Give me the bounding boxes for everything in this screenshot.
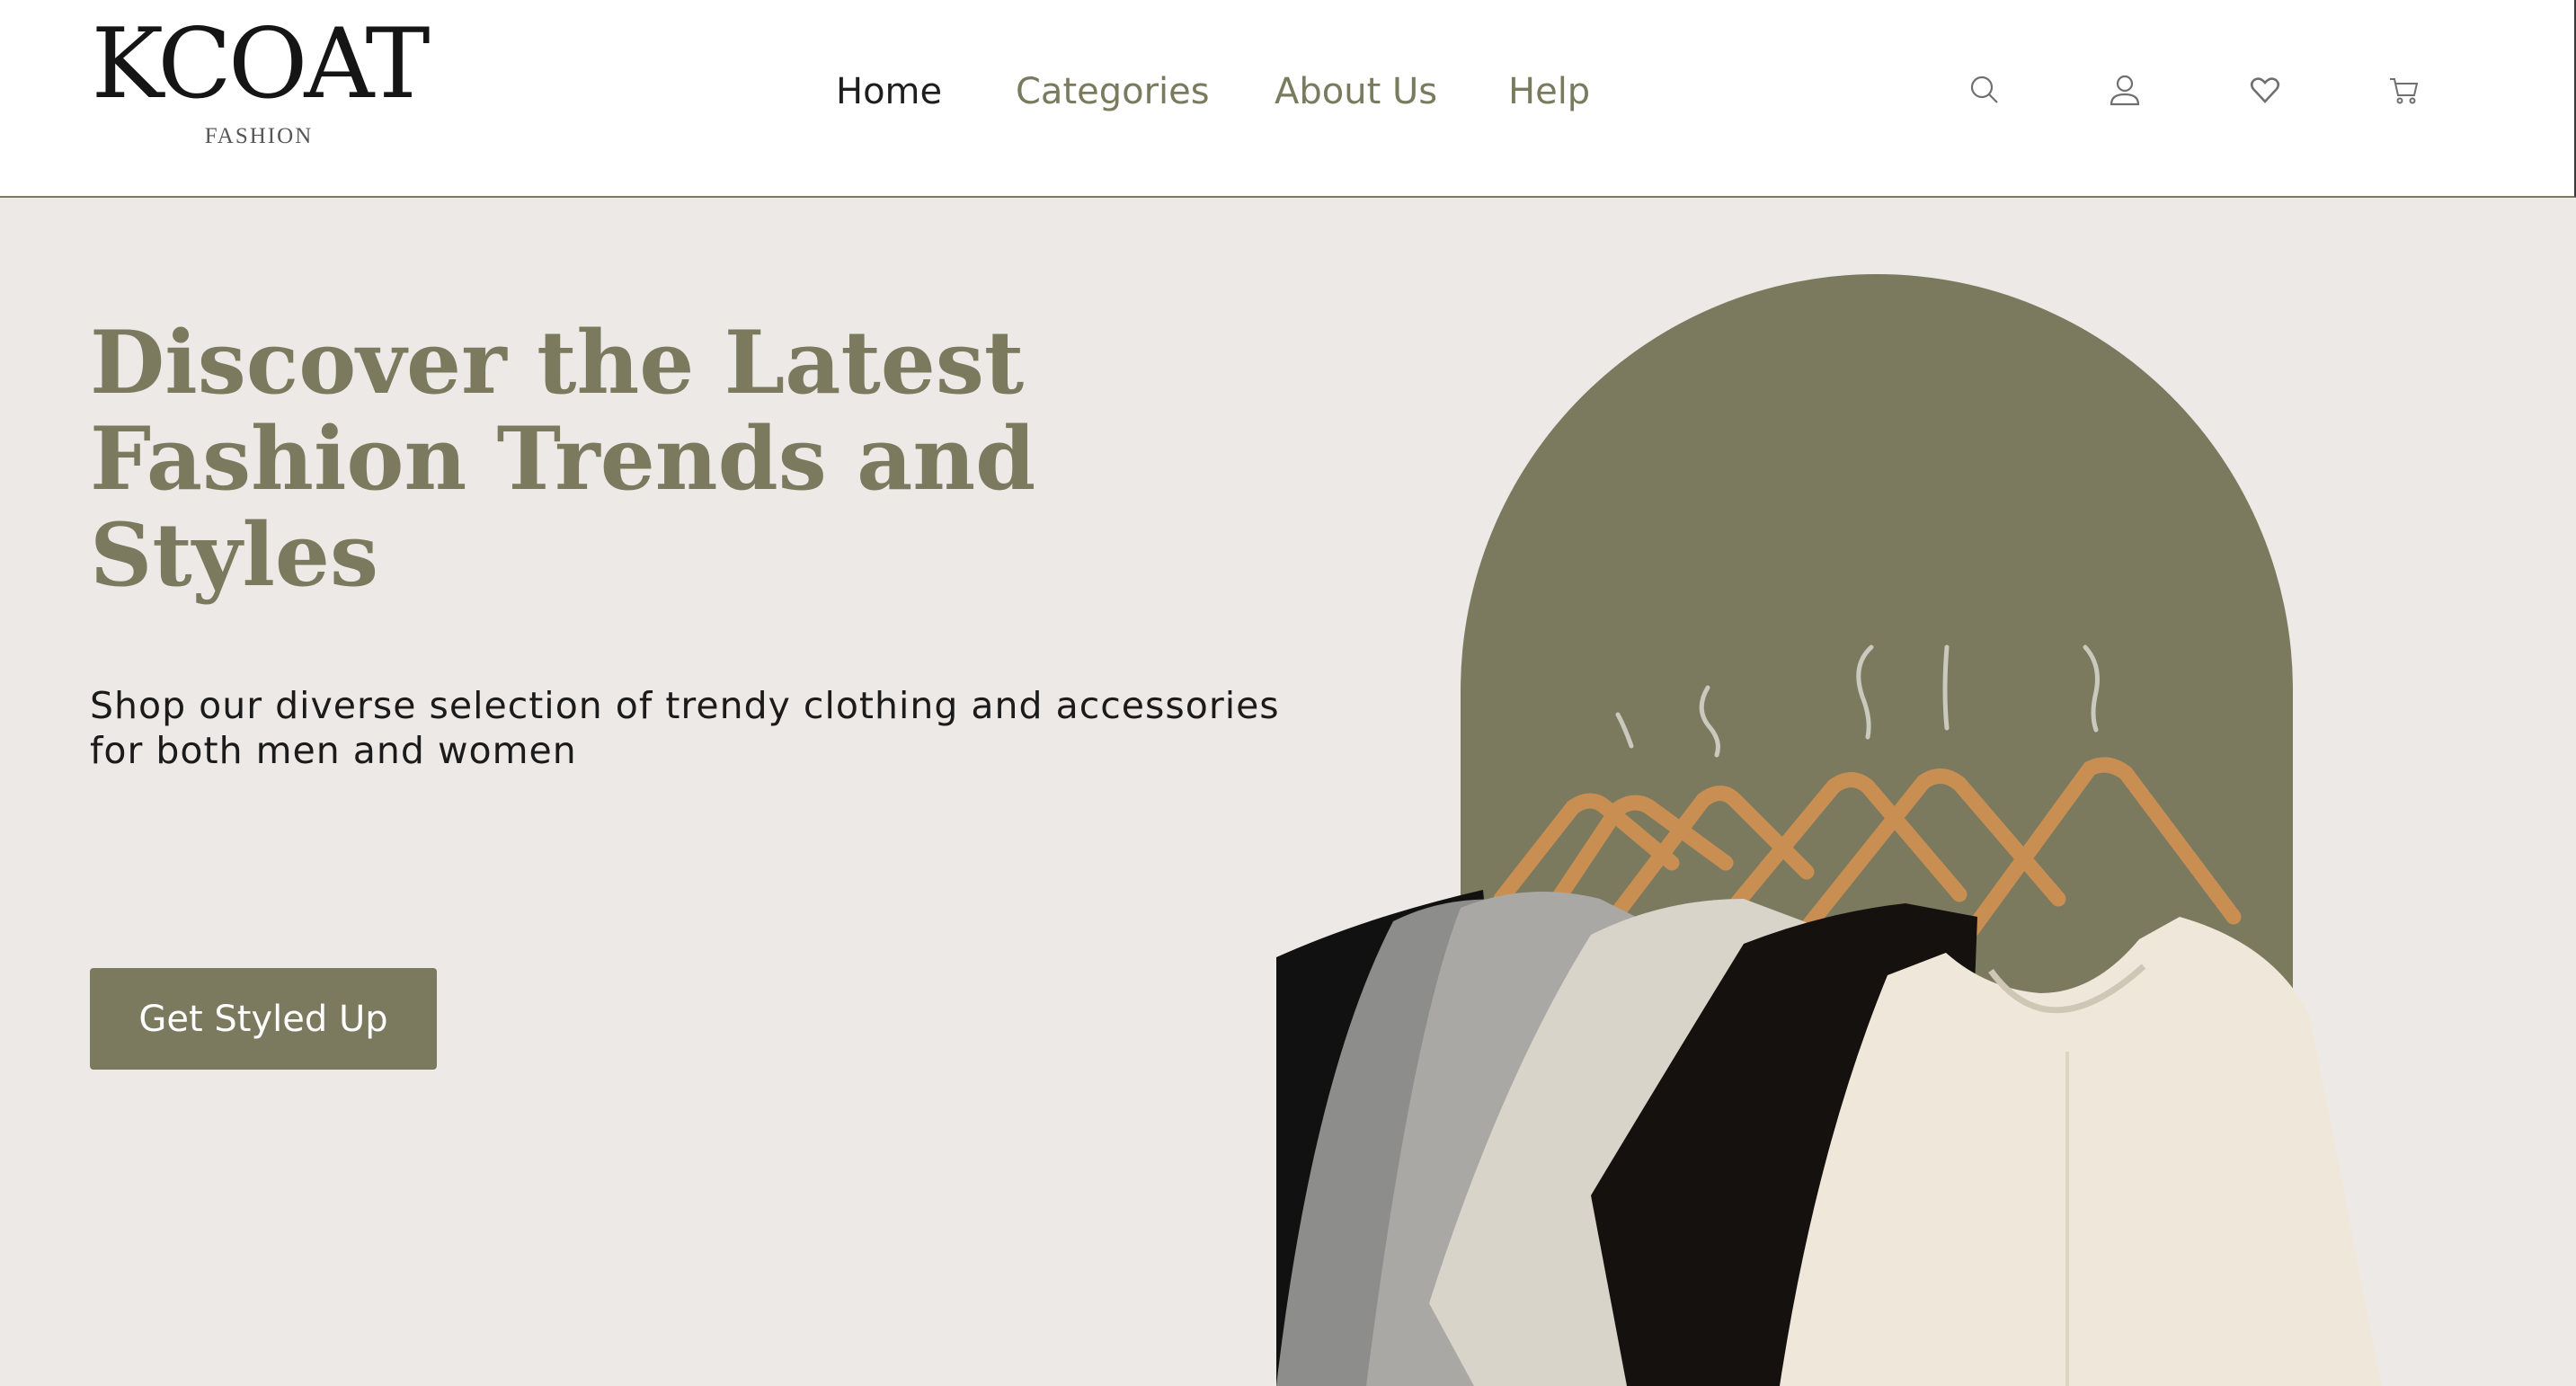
hero-subtext-line: for both men and women (90, 729, 577, 772)
hero-headline-line: Fashion Trends and (90, 408, 1036, 510)
hero-headline-line: Styles (90, 504, 379, 606)
clothing-rack-image (1276, 274, 2382, 1386)
header-icons (1959, 65, 2427, 115)
nav-item-categories[interactable]: Categories (1016, 65, 1210, 119)
user-icon[interactable] (2100, 65, 2150, 115)
hero-subtext: Shop our diverse selection of trendy clo… (90, 683, 1348, 773)
nav-item-help[interactable]: Help (1508, 65, 1590, 119)
hero-subtext-line: Shop our diverse selection of trendy clo… (90, 684, 1280, 727)
cart-icon[interactable] (2378, 65, 2429, 115)
brand-name: KCOAT (91, 8, 430, 120)
brand-logo[interactable]: KCOAT FASHION (79, 8, 439, 155)
nav-item-home[interactable]: Home (836, 65, 942, 119)
hero-headline-line: Discover the Latest (90, 312, 1025, 413)
get-styled-up-button[interactable]: Get Styled Up (90, 968, 437, 1070)
hanger-hook (1942, 644, 1950, 731)
nav-item-about-us[interactable]: About Us (1275, 65, 1437, 119)
hero-section: Discover the Latest Fashion Trends and S… (0, 198, 2576, 1386)
site-header: KCOAT FASHION Home Categories About Us H… (0, 0, 2576, 198)
brand-tagline: FASHION (204, 124, 314, 148)
heart-icon[interactable] (2240, 65, 2290, 115)
search-icon[interactable] (1959, 65, 2010, 115)
hero-headline: Discover the Latest Fashion Trends and S… (90, 315, 1079, 603)
